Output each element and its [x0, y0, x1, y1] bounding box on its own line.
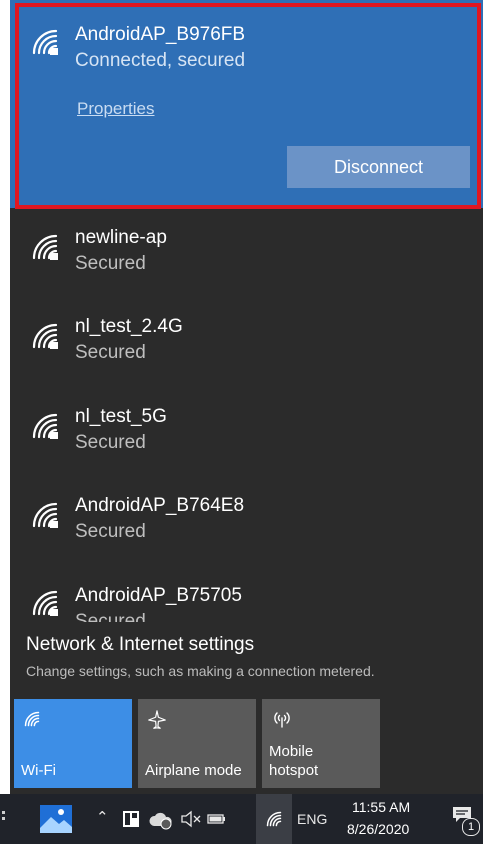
- wifi-icon: [266, 811, 282, 827]
- network-list-item[interactable]: AndroidAP_B764E8 Secured: [10, 480, 483, 568]
- mobile-hotspot-tile[interactable]: Mobile hotspot: [262, 699, 380, 788]
- wifi-secured-icon: [32, 590, 58, 616]
- network-flyout: AndroidAP_B976FB Connected, secured Prop…: [10, 0, 483, 794]
- selection-highlight: [15, 3, 481, 209]
- taskbar: ⌃ ENG 11:55 AM 8/26/2020 1: [0, 794, 483, 844]
- network-name: newline-ap: [75, 227, 167, 248]
- airplane-mode-tile[interactable]: Airplane mode: [138, 699, 256, 788]
- wifi-icon: [24, 711, 40, 727]
- wifi-secured-icon: [32, 323, 58, 349]
- network-list-item[interactable]: AndroidAP_B75705 Secured: [10, 570, 483, 632]
- clock-time[interactable]: 11:55 AM: [352, 799, 410, 815]
- network-list-item[interactable]: nl_test_5G Secured: [10, 391, 483, 479]
- airplane-mode-label: Airplane mode: [145, 762, 242, 779]
- network-name: nl_test_5G: [75, 406, 167, 427]
- language-indicator[interactable]: ENG: [297, 811, 327, 827]
- wifi-tile-label: Wi-Fi: [21, 762, 56, 779]
- volume-muted-icon[interactable]: [180, 810, 202, 828]
- network-settings-description: Change settings, such as making a connec…: [26, 663, 375, 679]
- news-app-icon[interactable]: [122, 810, 140, 828]
- network-status: Secured: [75, 521, 146, 542]
- network-status: Secured: [75, 342, 146, 363]
- network-list-item[interactable]: newline-ap Secured: [10, 212, 483, 300]
- photos-app-icon[interactable]: [39, 804, 73, 834]
- wifi-secured-icon: [32, 502, 58, 528]
- network-settings-link[interactable]: Network & Internet settings: [26, 634, 254, 656]
- wifi-toggle-tile[interactable]: Wi-Fi: [14, 699, 132, 788]
- hotspot-icon: [274, 712, 290, 728]
- chevron-up-icon[interactable]: ⌃: [96, 808, 109, 826]
- network-list-item[interactable]: nl_test_2.4G Secured: [10, 301, 483, 389]
- wifi-secured-icon: [32, 413, 58, 439]
- battery-icon[interactable]: [206, 810, 228, 828]
- network-status: Secured: [75, 432, 146, 453]
- cloud-sync-icon[interactable]: [148, 810, 174, 830]
- airplane-icon: [148, 710, 166, 729]
- wifi-secured-icon: [32, 234, 58, 260]
- network-name: nl_test_2.4G: [75, 316, 183, 337]
- network-tray-button[interactable]: [256, 794, 292, 844]
- mobile-hotspot-label: Mobile hotspot: [269, 743, 319, 779]
- clock-date[interactable]: 8/26/2020: [347, 821, 409, 837]
- network-name: AndroidAP_B764E8: [75, 495, 245, 516]
- network-status: Secured: [75, 253, 146, 274]
- action-center-button[interactable]: 1: [452, 806, 480, 836]
- taskbar-edge: [2, 811, 6, 827]
- notification-badge: 1: [462, 818, 480, 836]
- network-name: AndroidAP_B75705: [75, 585, 242, 606]
